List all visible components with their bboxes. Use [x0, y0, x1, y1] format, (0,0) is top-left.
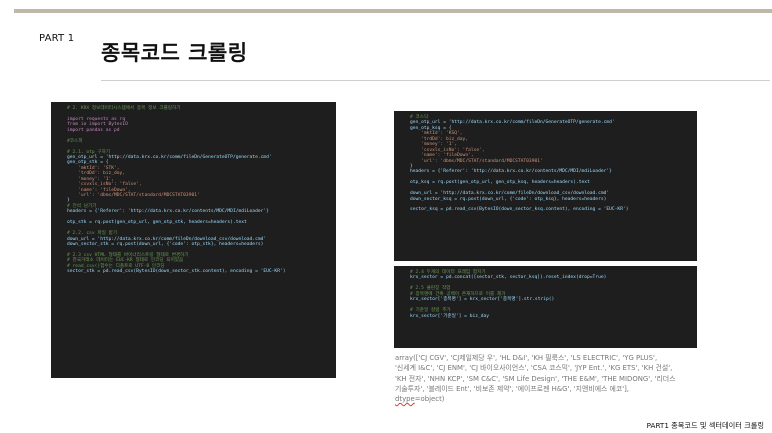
title-divider — [101, 80, 770, 81]
page-title: 종목코드 크롤링 — [101, 41, 248, 65]
dtype-word: dtype — [395, 395, 415, 404]
code-line: krx_sector['기준일'] = biz_day — [410, 313, 490, 319]
footer-caption: PART1 종목코드 및 섹터데이터 크롤링 — [646, 421, 764, 430]
output-line: array(['CJ CGV', 'CJ제일제당 우', 'HL D&I', '… — [395, 354, 658, 362]
code-block-kosdaq: # 코스닥 gen_otp_url = 'http://data.krx.co.k… — [394, 111, 697, 261]
code-line: sector_stk = pd.read_csv(BytesIO(down_se… — [67, 269, 286, 275]
code-line: sector_ksq = pd.read_csv(BytesIO(down_se… — [410, 207, 629, 213]
top-accent-bar — [14, 9, 772, 13]
part-label: PART 1 — [39, 33, 75, 44]
output-line: 'KH 전자', 'NHN KCP', 'SM C&C', 'SM Life D… — [395, 374, 676, 383]
code-block-kospi: # 2. KRX 정보데이터시스템에서 종목 정보 크롤링하기 import re… — [51, 102, 336, 378]
output-line: 기술투자', '블레이드 Ent', '비보존 제약', '에이프로젠 H&G'… — [395, 384, 630, 393]
dtype-rest: =object) — [414, 395, 445, 404]
output-line: dtype=object) — [395, 394, 725, 404]
code-block-merge: # 2.4 두개의 데이터 프레임 합치기 krx_sector = pd.con… — [394, 266, 697, 348]
output-line: '신세계 I&C', 'CJ ENM', 'CJ 바이오사이언스', 'CSA … — [395, 364, 673, 373]
output-text: array(['CJ CGV', 'CJ제일제당 우', 'HL D&I', '… — [395, 353, 725, 404]
